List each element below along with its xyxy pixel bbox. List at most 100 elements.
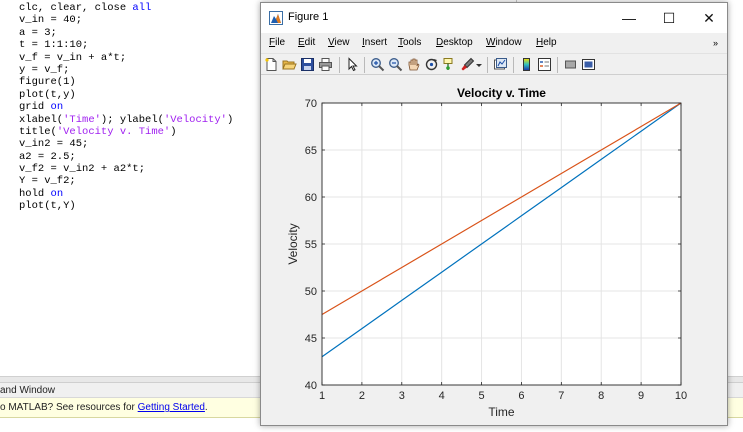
x-tick-label: 7 [558,390,564,402]
code-token: Y = v_f2; [19,175,76,188]
code-token: plot(t,Y) [19,200,76,213]
code-keyword: on [50,187,64,200]
command-window-title: and Window [0,385,56,396]
maximize-icon: ☐ [662,9,676,26]
data-cursor-icon[interactable] [442,57,457,72]
code-token: xlabel( [19,113,64,126]
menu-edit[interactable]: Edit [298,37,315,48]
dropdown-arrow-icon[interactable] [475,57,483,72]
code-line[interactable]: plot(t,Y) [19,200,233,212]
x-tick-label: 10 [675,390,687,402]
x-tick-label: 2 [359,390,365,402]
toolbar-separator [513,57,514,73]
code-line[interactable]: grid on [19,101,233,113]
menu-view[interactable]: View [328,37,350,48]
link-plot-icon[interactable] [493,57,508,72]
menu-tools[interactable]: Tools [398,37,421,48]
maximize-button[interactable]: ☐ [651,3,687,33]
code-line[interactable]: xlabel('Time'); ylabel('Velocity') [19,114,233,126]
close-icon: ✕ [703,9,715,26]
zoom-out-icon[interactable] [388,57,403,72]
code-token: t = 1:1:10; [19,39,89,52]
menu-insert[interactable]: Insert [362,37,387,48]
y-tick-label: 70 [305,98,317,110]
brush-icon[interactable] [460,57,475,72]
code-line[interactable]: t = 1:1:10; [19,39,233,51]
menu-label: ools [403,37,422,48]
menu-window[interactable]: Window [486,37,522,48]
minimize-button[interactable]: — [611,3,647,33]
hide-plot-tools-icon[interactable] [563,57,578,72]
code-text[interactable]: clc, clear, close all v_in = 40; a = 3; t =… [19,2,233,213]
menu-file[interactable]: File [269,37,285,48]
x-tick-label: 6 [518,390,524,402]
menu-label: nsert [364,37,388,48]
open-file-icon[interactable] [282,57,297,72]
menu-overflow-icon[interactable]: » [713,38,718,48]
code-line[interactable]: hold on [19,188,233,200]
code-line[interactable]: plot(t,y) [19,89,233,101]
code-line[interactable]: title('Velocity v. Time') [19,126,233,138]
print-icon[interactable] [318,57,333,72]
code-string: 'Velocity v. Time' [56,125,171,138]
show-plot-tools-icon[interactable] [581,57,596,72]
x-axis-label: Time [488,405,515,419]
code-string: 'Time' [63,113,101,126]
code-token: ) [170,125,177,138]
pointer-icon[interactable] [345,57,360,72]
figure-titlebar[interactable]: Figure 1 — ☐ ✕ [261,3,727,33]
code-token: hold [19,187,51,200]
x-tick-label: 9 [638,390,644,402]
code-line[interactable]: v_f2 = v_in2 + a2*t; [19,163,233,175]
code-token: a2 = 2.5; [19,150,76,163]
toolbar-separator [557,57,558,73]
new-figure-icon[interactable] [264,57,279,72]
code-line[interactable]: clc, clear, close all [19,2,233,14]
rotate-3d-icon[interactable] [424,57,439,72]
code-line[interactable]: v_in2 = 45; [19,138,233,150]
code-token: a = 3; [19,26,57,39]
code-token: clc, clear, close [19,2,133,14]
figure-window[interactable]: Figure 1 — ☐ ✕ File Edit View Insert Tools De… [260,2,728,426]
menu-help[interactable]: Help [536,37,557,48]
x-tick-label: 5 [478,390,484,402]
code-line[interactable]: v_in = 40; [19,14,233,26]
figure-title: Figure 1 [288,11,329,23]
zoom-in-icon[interactable] [370,57,385,72]
x-tick-label: 4 [439,390,445,402]
code-token: ); ylabel( [100,113,164,126]
code-line[interactable]: a = 3; [19,27,233,39]
code-line[interactable]: y = v_f; [19,64,233,76]
pan-icon[interactable] [406,57,421,72]
getting-started-link[interactable]: Getting Started [138,402,205,413]
minimize-icon: — [622,10,636,26]
code-token: y = v_f; [19,63,70,76]
toolbar-separator [364,57,365,73]
menu-label: iew [334,37,350,48]
legend-icon[interactable] [537,57,552,72]
save-icon[interactable] [300,57,315,72]
code-line[interactable]: a2 = 2.5; [19,151,233,163]
code-string: 'Velocity' [163,113,227,126]
code-keyword: all [132,2,152,14]
menu-label: esktop [443,37,473,48]
code-line[interactable]: Y = v_f2; [19,175,233,187]
code-token: plot(t,y) [19,88,76,101]
code-token: v_f = v_in + a*t; [19,51,127,64]
close-button[interactable]: ✕ [691,3,727,33]
line-chart[interactable]: 1 2 3 4 5 6 7 8 9 1040455055606570Velocity v. Tim… [261,76,727,425]
plot-area[interactable]: 1 2 3 4 5 6 7 8 9 10 40 45 50 55 60 65 70 Velocity v. Tim… [261,76,727,425]
colorbar-icon[interactable] [519,57,534,72]
menu-label: dit [304,37,316,48]
menu-desktop[interactable]: Desktop [436,37,473,48]
toolbar-separator [339,57,340,73]
y-tick-label: 65 [305,145,317,157]
code-token: grid [19,101,51,114]
code-line[interactable]: v_f = v_in + a*t; [19,52,233,64]
y-tick-label: 50 [305,286,317,298]
banner-text: o MATLAB? See resources for [0,402,138,413]
code-line[interactable]: figure(1) [19,76,233,88]
chart-title: Velocity v. Time [457,86,546,100]
menu-label: ile [275,37,286,48]
y-tick-label: 40 [305,380,317,392]
